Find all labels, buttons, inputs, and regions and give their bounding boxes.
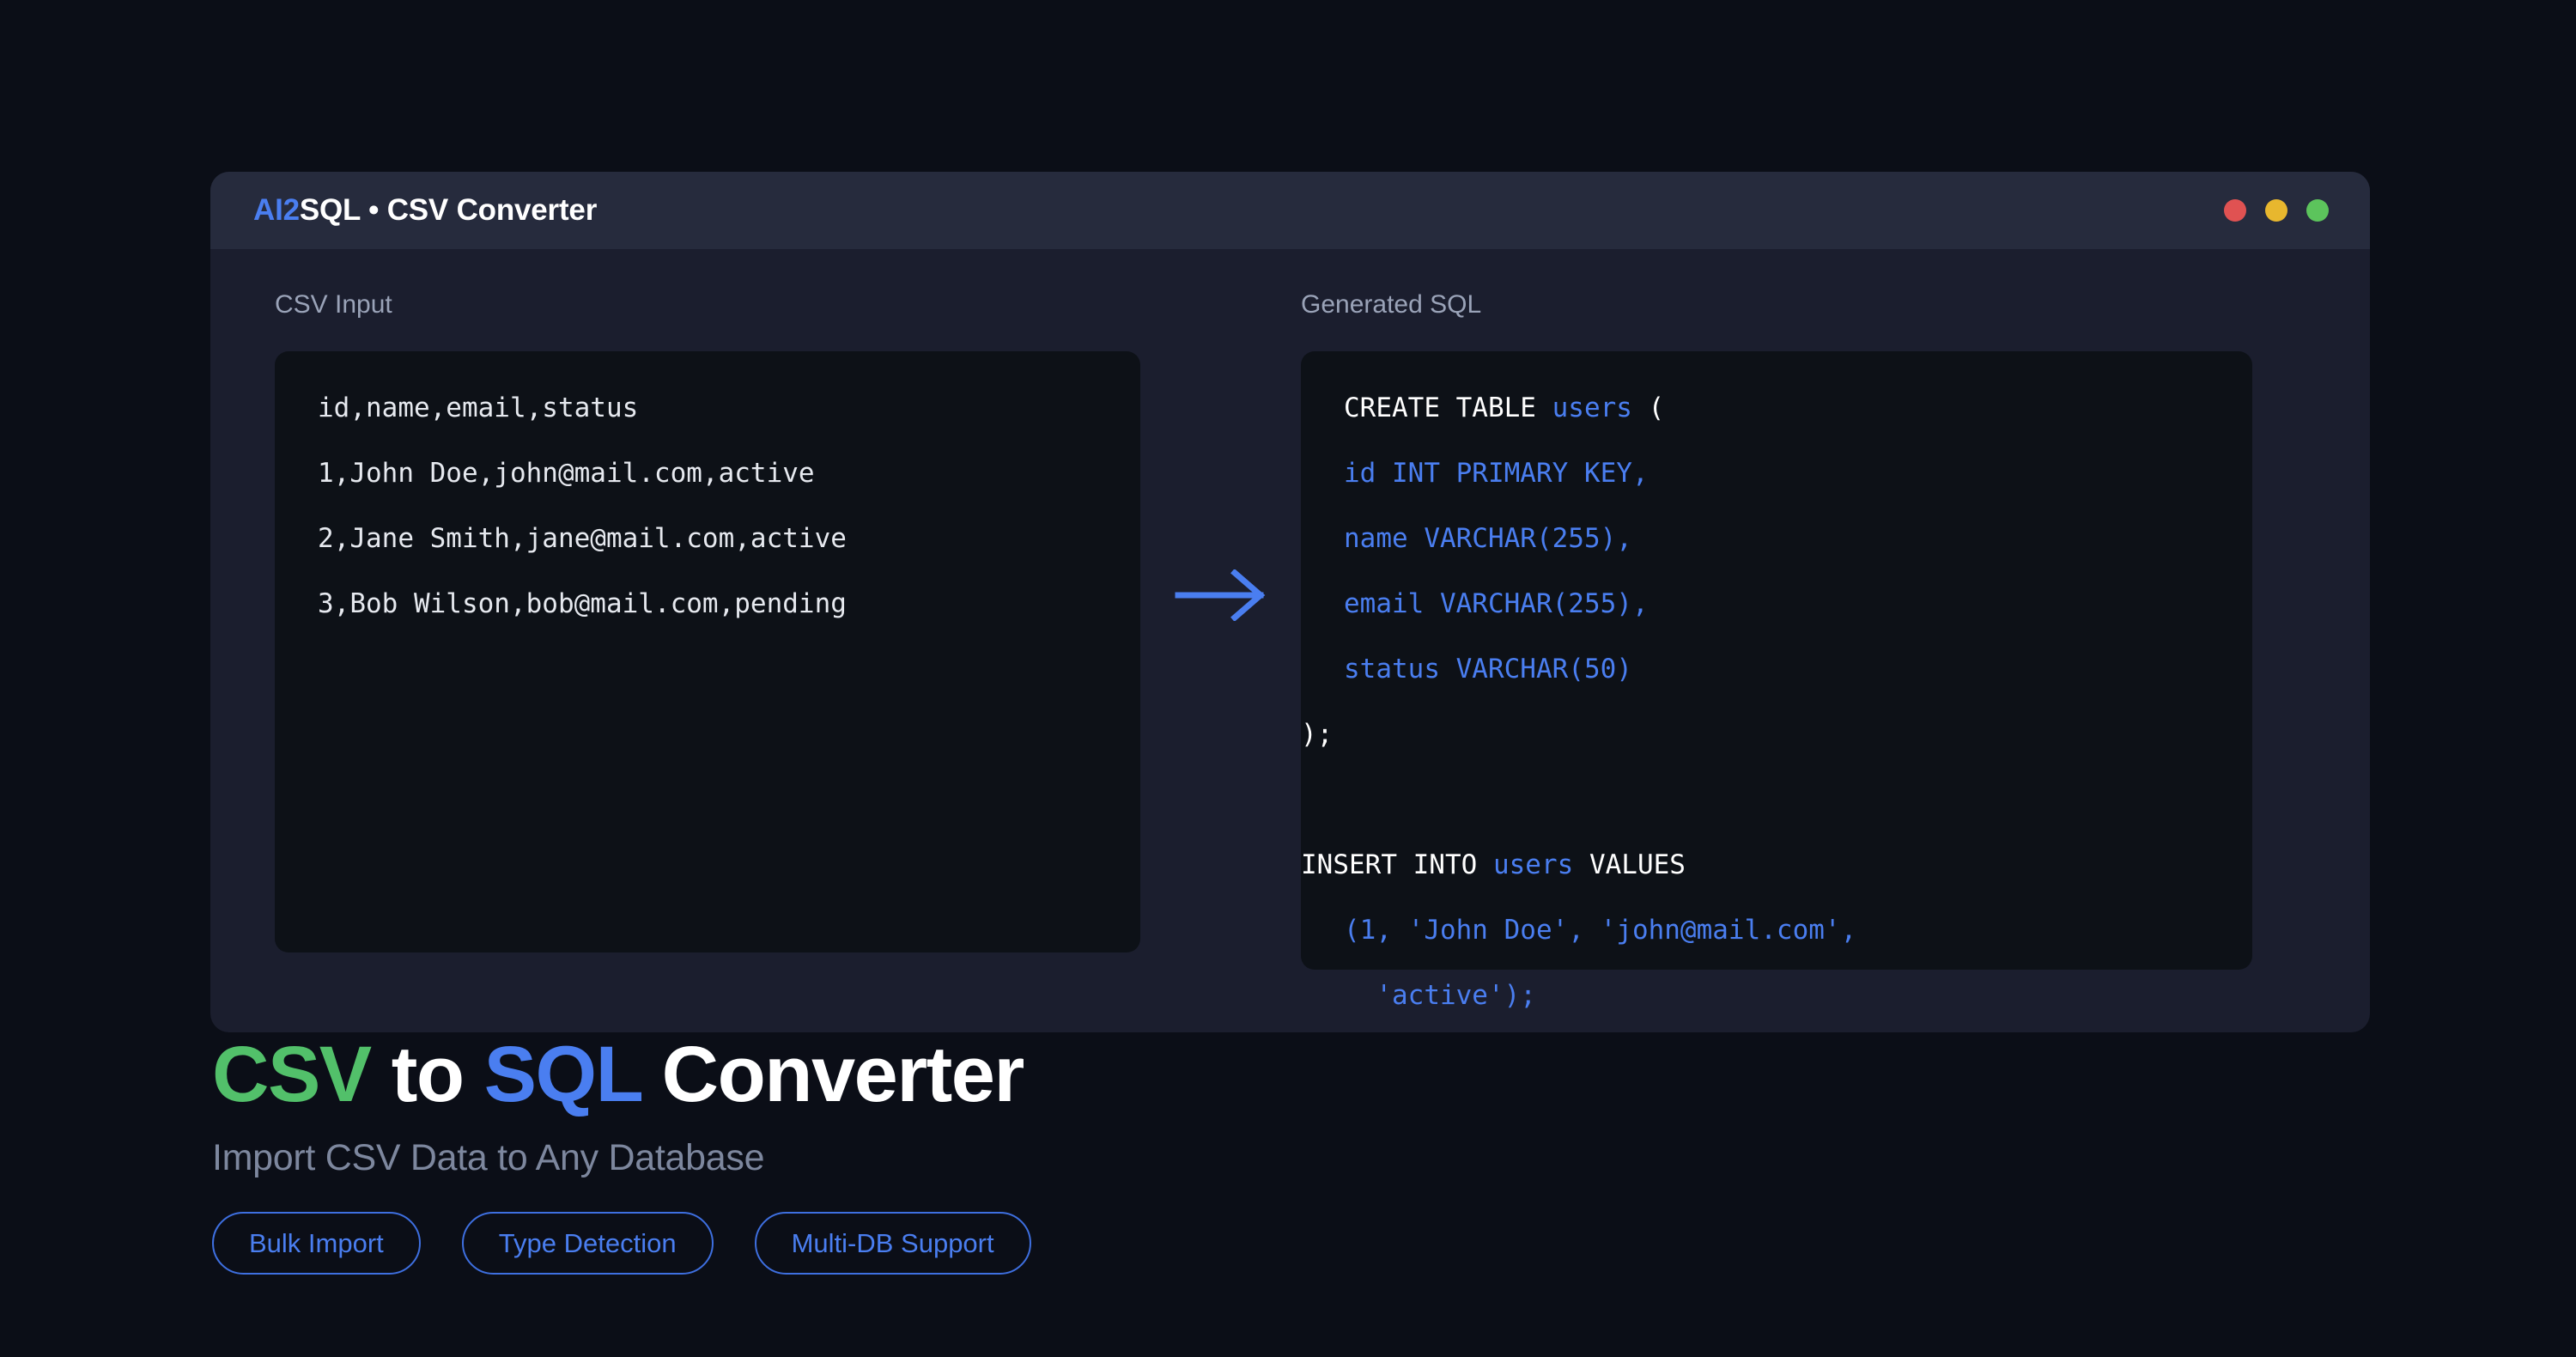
sql-token: users xyxy=(1492,849,1574,880)
feature-pill-group: Bulk Import Type Detection Multi-DB Suppor… xyxy=(212,1212,2445,1275)
sql-token: users xyxy=(1552,392,1632,423)
csv-input-label: CSV Input xyxy=(275,290,392,319)
sql-output-pane: Generated SQL CREATE TABLE users ( id INT… xyxy=(1301,290,2252,1011)
minimize-button[interactable] xyxy=(2265,199,2287,222)
sql-token: CREATE TABLE xyxy=(1344,392,1552,423)
window-body: CSV Input id,name,email,status 1,John Doe… xyxy=(210,249,2370,1032)
sql-line: status VARCHAR(50) xyxy=(1301,636,2252,702)
feature-pill-1[interactable]: Bulk Import xyxy=(212,1212,421,1275)
window-controls xyxy=(2224,199,2329,222)
hero-section: CSV to SQL Converter Import CSV Data to … xyxy=(212,1035,2445,1275)
sql-token: 'active'); xyxy=(1344,980,1536,1011)
arrow-right-icon xyxy=(1175,569,1269,621)
page-title-converter: Converter xyxy=(641,1031,1025,1118)
sql-line: email VARCHAR(255), xyxy=(1301,571,2252,636)
feature-pill-3[interactable]: Multi-DB Support xyxy=(754,1212,1031,1275)
conversion-arrow xyxy=(1142,290,1301,900)
sql-token: (1, 'John Doe', 'john@mail.com', xyxy=(1344,915,1857,946)
feature-pill-label: Type Detection xyxy=(498,1228,677,1258)
sql-token: ( xyxy=(1631,392,1665,423)
sql-token: ); xyxy=(1301,719,1334,750)
sql-token: email VARCHAR(255), xyxy=(1344,588,1649,619)
sql-line: id INT PRIMARY KEY, xyxy=(1301,441,2252,506)
sql-line: ); xyxy=(1301,702,2252,767)
csv-input-textarea[interactable]: id,name,email,status 1,John Doe,john@mail… xyxy=(275,351,1140,952)
sql-line: INSERT INTO users VALUES xyxy=(1301,832,2252,898)
csv-line: 3,Bob Wilson,bob@mail.com,pending xyxy=(318,588,847,619)
page-title-to: to xyxy=(370,1031,484,1118)
page-subtitle: Import CSV Data to Any Database xyxy=(212,1137,765,1178)
brand-rest-text: SQL • CSV Converter xyxy=(299,193,598,227)
close-button[interactable] xyxy=(2224,199,2246,222)
sql-token: VALUES xyxy=(1573,849,1686,880)
csv-line: 1,John Doe,john@mail.com,active xyxy=(318,458,815,489)
csv-input-pane: CSV Input id,name,email,status 1,John Doe… xyxy=(275,290,1142,952)
maximize-button[interactable] xyxy=(2306,199,2329,222)
page-title: CSV to SQL Converter xyxy=(212,1035,2445,1114)
feature-pill-2[interactable]: Type Detection xyxy=(461,1212,714,1275)
sql-line: (1, 'John Doe', 'john@mail.com', xyxy=(1301,898,2252,963)
sql-line: 'active'); xyxy=(1301,963,2252,1028)
page-title-csv: CSV xyxy=(212,1031,372,1118)
csv-line: 2,Jane Smith,jane@mail.com,active xyxy=(318,523,847,554)
sql-token: INSERT INTO xyxy=(1301,849,1493,880)
page-root: AI2SQL • CSV Converter CSV Input id,name… xyxy=(0,0,2576,1357)
csv-line: id,name,email,status xyxy=(318,392,639,423)
sql-token: status VARCHAR(50) xyxy=(1344,654,1632,685)
app-window-card: AI2SQL • CSV Converter CSV Input id,name… xyxy=(210,172,2370,1032)
sql-line: name VARCHAR(255), xyxy=(1301,506,2252,571)
sql-line: CREATE TABLE users ( xyxy=(1301,375,2252,441)
window-title: AI2SQL • CSV Converter xyxy=(253,193,597,228)
sql-output-code[interactable]: CREATE TABLE users ( id INT PRIMARY KEY, n… xyxy=(1301,351,2252,1011)
feature-pill-label: Multi-DB Support xyxy=(791,1228,994,1258)
window-titlebar: AI2SQL • CSV Converter xyxy=(210,172,2370,249)
brand-accent-text: AI2 xyxy=(253,193,300,227)
feature-pill-label: Bulk Import xyxy=(249,1228,384,1258)
sql-token: name VARCHAR(255), xyxy=(1344,523,1632,554)
sql-token: id INT PRIMARY KEY, xyxy=(1344,458,1649,489)
sql-line xyxy=(1301,767,2252,832)
page-title-sql: SQL xyxy=(483,1031,642,1118)
sql-output-label: Generated SQL xyxy=(1301,290,1482,319)
